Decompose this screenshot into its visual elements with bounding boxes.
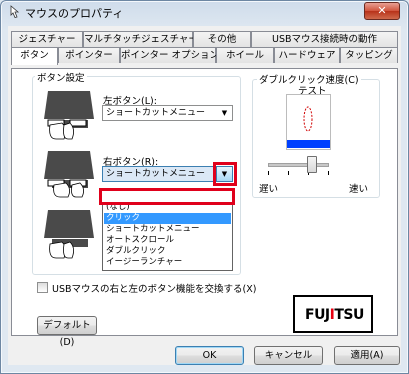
left-button-select[interactable]: ショートカットメニュー ▼ xyxy=(102,105,233,121)
dropdown-option-double-click[interactable]: ダブルクリック xyxy=(104,246,231,257)
dropdown-option-none[interactable]: (なし) xyxy=(104,205,231,213)
dropdown-option-easy-launcher[interactable]: イージーランチャー xyxy=(104,257,231,268)
default-button[interactable]: デフォルト(D) xyxy=(37,316,97,348)
swap-buttons-checkbox[interactable] xyxy=(37,282,48,293)
fast-label: 速い xyxy=(349,184,369,195)
tab-multitouch-gesture[interactable]: マルチタッチジェスチャー xyxy=(83,31,198,47)
slider-tick xyxy=(268,171,269,175)
tab-gesture[interactable]: ジェスチャー xyxy=(11,31,83,47)
cancel-button[interactable]: キャンセル xyxy=(254,346,323,365)
slow-label: 遅い xyxy=(259,184,279,195)
highlight-dropdown-arrow xyxy=(213,162,237,186)
test-target-icon xyxy=(287,106,330,148)
dropdown-option-click[interactable]: クリック xyxy=(104,213,231,224)
dropdown-option-autoscroll[interactable]: オートスクロール xyxy=(104,235,231,246)
ok-button[interactable]: OK xyxy=(175,346,244,365)
tab-usb-mouse-behavior[interactable]: USBマウス接続時の動作 xyxy=(251,31,398,47)
apply-button[interactable]: 適用(A) xyxy=(334,346,400,365)
button-settings-label: ボタン設定 xyxy=(35,70,87,84)
right-button-select-value: ショートカットメニュー xyxy=(106,169,206,179)
slider-tick xyxy=(288,171,289,175)
left-button-select-value: ショートカットメニュー xyxy=(106,108,206,118)
swap-buttons-label[interactable]: USBマウスの右と左のボタン機能を交換する(X) xyxy=(52,281,256,295)
speed-slider-thumb[interactable] xyxy=(307,156,317,173)
tab-wheel[interactable]: ホイール xyxy=(216,47,274,63)
tab-hardware[interactable]: ハードウェア xyxy=(274,47,340,63)
dropdown-option-shortcut-menu[interactable]: ショートカットメニュー xyxy=(104,224,231,235)
tab-other[interactable]: その他 xyxy=(193,31,251,47)
tab-pointer-options[interactable]: ポインター オプション xyxy=(120,47,219,63)
right-button-dropdown-list: (なし) クリック ショートカットメニュー オートスクロール ダブルクリック イ… xyxy=(102,204,233,271)
window-title: マウスのプロパティ xyxy=(25,7,124,20)
mouse-illustration xyxy=(44,210,94,259)
close-button[interactable]: ✕ xyxy=(364,2,400,20)
tab-tapping[interactable]: タッピング xyxy=(340,47,398,63)
title-bar: マウスのプロパティ ✕ xyxy=(1,1,408,23)
double-click-test-area[interactable] xyxy=(286,94,331,150)
highlight-click-option xyxy=(99,188,235,205)
mouse-properties-window: マウスのプロパティ ✕ ジェスチャー マルチタッチジェスチャー その他 USBマ… xyxy=(0,0,409,374)
speed-slider-track[interactable] xyxy=(268,163,329,167)
fujitsu-logo: FUJITSU xyxy=(293,295,373,333)
mouse-app-icon xyxy=(10,5,20,18)
chevron-down-icon[interactable]: ▼ xyxy=(217,106,232,120)
slider-tick xyxy=(328,171,329,175)
fujitsu-logo-text: FUJITSU xyxy=(305,307,364,323)
tab-pointer[interactable]: ポインター xyxy=(58,47,120,63)
tab-buttons[interactable]: ボタン xyxy=(11,47,58,65)
mouse-left-button-illustration xyxy=(44,91,94,140)
mouse-right-button-illustration xyxy=(44,151,94,198)
